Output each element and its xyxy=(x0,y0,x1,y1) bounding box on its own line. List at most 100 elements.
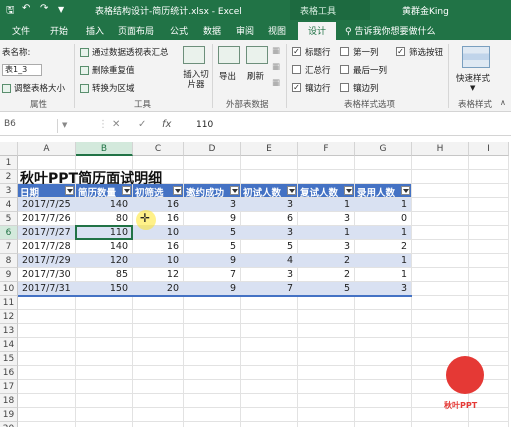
number-cell[interactable]: 1 xyxy=(298,199,350,210)
column-header-i[interactable]: I xyxy=(469,142,509,156)
number-cell[interactable]: 5 xyxy=(298,283,350,294)
number-cell[interactable]: 20 xyxy=(133,283,179,294)
number-cell[interactable]: 12 xyxy=(133,269,179,280)
tab-home[interactable]: 开始 xyxy=(50,24,68,37)
number-cell[interactable]: 10 xyxy=(133,227,179,238)
row-header-15[interactable]: 15 xyxy=(0,352,18,366)
number-cell[interactable]: 9 xyxy=(184,283,236,294)
insert-function-button[interactable]: fx xyxy=(162,119,171,130)
number-cell[interactable]: 3 xyxy=(241,227,293,238)
number-cell[interactable]: 1 xyxy=(355,199,407,210)
cancel-entry-button[interactable]: ✕ xyxy=(112,119,120,130)
date-cell[interactable]: 2017/7/28 xyxy=(22,241,71,252)
column-header-h[interactable]: H xyxy=(412,142,469,156)
number-cell[interactable]: 140 xyxy=(76,241,128,252)
number-cell[interactable]: 3 xyxy=(355,283,407,294)
first-column-checkbox[interactable] xyxy=(340,47,349,56)
slicer-icon[interactable] xyxy=(183,46,205,64)
tab-insert[interactable]: 插入 xyxy=(86,24,104,37)
date-cell[interactable]: 2017/7/29 xyxy=(22,255,71,266)
name-box-dropdown-icon[interactable]: ▼ xyxy=(62,121,67,129)
number-cell[interactable]: 85 xyxy=(76,269,128,280)
tab-review[interactable]: 审阅 xyxy=(236,24,254,37)
insert-slicer-label[interactable]: 插入切片器 xyxy=(182,70,210,90)
number-cell[interactable]: 6 xyxy=(241,213,293,224)
filter-button-checkbox[interactable]: ✓ xyxy=(396,47,405,56)
row-header-2[interactable]: 2 xyxy=(0,170,18,184)
number-cell[interactable]: 3 xyxy=(298,213,350,224)
header-row-checkbox[interactable]: ✓ xyxy=(292,47,301,56)
select-all-corner[interactable] xyxy=(0,142,18,156)
number-cell[interactable]: 4 xyxy=(241,255,293,266)
save-icon[interactable]: 🖫 xyxy=(6,3,15,20)
number-cell[interactable]: 140 xyxy=(76,199,128,210)
refresh-icon[interactable] xyxy=(246,46,268,64)
row-header-18[interactable]: 18 xyxy=(0,394,18,408)
total-row-checkbox[interactable] xyxy=(292,65,301,74)
number-cell[interactable]: 0 xyxy=(355,213,407,224)
column-header-b[interactable]: B xyxy=(76,142,133,156)
tab-file[interactable]: 文件 xyxy=(12,24,30,37)
row-header-5[interactable]: 5 xyxy=(0,212,18,226)
row-header-6[interactable]: 6 xyxy=(0,226,18,240)
redo-icon[interactable]: ↷ xyxy=(40,3,48,14)
undo-icon[interactable]: ↶ xyxy=(22,3,30,14)
banded-columns-checkbox[interactable] xyxy=(340,83,349,92)
number-cell[interactable]: 7 xyxy=(184,269,236,280)
collapse-ribbon-icon[interactable]: ∧ xyxy=(500,98,506,107)
number-cell[interactable]: 5 xyxy=(241,241,293,252)
row-header-4[interactable]: 4 xyxy=(0,198,18,212)
number-cell[interactable]: 3 xyxy=(184,199,236,210)
filter-dropdown-button[interactable] xyxy=(344,186,353,195)
banded-rows-checkbox[interactable]: ✓ xyxy=(292,83,301,92)
date-cell[interactable]: 2017/7/30 xyxy=(22,269,71,280)
number-cell[interactable]: 9 xyxy=(184,213,236,224)
name-box[interactable]: B6 xyxy=(2,119,58,133)
number-cell[interactable]: 120 xyxy=(76,255,128,266)
quick-styles-button[interactable]: 快速样式 xyxy=(456,72,490,84)
number-cell[interactable]: 2 xyxy=(298,269,350,280)
row-header-14[interactable]: 14 xyxy=(0,338,18,352)
number-cell[interactable]: 7 xyxy=(241,283,293,294)
tab-data[interactable]: 数据 xyxy=(203,24,221,37)
row-header-12[interactable]: 12 xyxy=(0,310,18,324)
number-cell[interactable]: 1 xyxy=(355,227,407,238)
row-header-9[interactable]: 9 xyxy=(0,268,18,282)
active-cell-b6[interactable] xyxy=(75,225,133,240)
refresh-button[interactable]: 刷新 xyxy=(247,70,264,82)
number-cell[interactable]: 2 xyxy=(298,255,350,266)
row-header-20[interactable]: 20 xyxy=(0,422,18,427)
date-cell[interactable]: 2017/7/26 xyxy=(22,213,71,224)
tab-page-layout[interactable]: 页面布局 xyxy=(118,24,154,37)
column-header-g[interactable]: G xyxy=(355,142,412,156)
number-cell[interactable]: 150 xyxy=(76,283,128,294)
number-cell[interactable]: 1 xyxy=(298,227,350,238)
row-header-8[interactable]: 8 xyxy=(0,254,18,268)
user-name[interactable]: 黄群金King xyxy=(402,4,449,17)
row-header-13[interactable]: 13 xyxy=(0,324,18,338)
number-cell[interactable]: 3 xyxy=(241,269,293,280)
filter-dropdown-button[interactable] xyxy=(287,186,296,195)
tab-view[interactable]: 视图 xyxy=(268,24,286,37)
pivot-summarize-button[interactable]: 通过数据透视表汇总 xyxy=(80,46,169,58)
number-cell[interactable]: 10 xyxy=(133,255,179,266)
tab-design[interactable]: 设计 xyxy=(298,22,337,42)
remove-duplicates-button[interactable]: 删除重复值 xyxy=(80,64,135,76)
number-cell[interactable]: 2 xyxy=(355,241,407,252)
column-header-c[interactable]: C xyxy=(133,142,184,156)
filter-dropdown-button[interactable] xyxy=(65,186,74,195)
date-cell[interactable]: 2017/7/25 xyxy=(22,199,71,210)
column-header-a[interactable]: A xyxy=(18,142,76,156)
filter-dropdown-button[interactable] xyxy=(173,186,182,195)
number-cell[interactable]: 3 xyxy=(298,241,350,252)
last-column-checkbox[interactable] xyxy=(340,65,349,74)
column-header-d[interactable]: D xyxy=(184,142,241,156)
row-header-17[interactable]: 17 xyxy=(0,380,18,394)
filter-dropdown-button[interactable] xyxy=(230,186,239,195)
filter-dropdown-button[interactable] xyxy=(401,186,410,195)
row-header-7[interactable]: 7 xyxy=(0,240,18,254)
convert-to-range-button[interactable]: 转换为区域 xyxy=(80,82,135,94)
row-header-10[interactable]: 10 xyxy=(0,282,18,296)
row-header-16[interactable]: 16 xyxy=(0,366,18,380)
number-cell[interactable]: 1 xyxy=(355,269,407,280)
